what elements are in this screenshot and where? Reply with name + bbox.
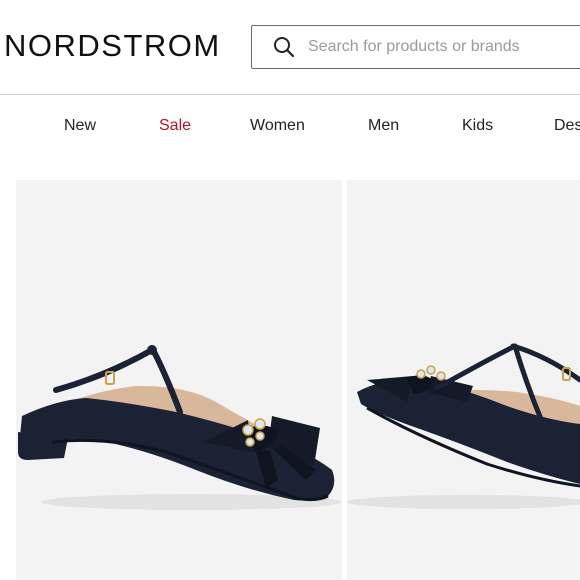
- nordstrom-logo[interactable]: NORDSTROM: [4, 28, 221, 64]
- nav-item-designers[interactable]: Des: [554, 117, 580, 135]
- main-nav: New Sale Women Men Kids Des: [0, 117, 580, 141]
- nav-item-men[interactable]: Men: [368, 117, 399, 135]
- nav-item-women[interactable]: Women: [250, 117, 305, 135]
- shoe-image-angled: [347, 343, 580, 509]
- header-divider: [0, 94, 580, 95]
- search-box[interactable]: [251, 25, 580, 69]
- search-icon[interactable]: [262, 25, 306, 69]
- product-image-1[interactable]: [16, 180, 342, 580]
- shoe-image-side: [18, 345, 341, 510]
- product-image-2[interactable]: [347, 180, 580, 580]
- search-input[interactable]: [306, 37, 570, 57]
- nav-item-kids[interactable]: Kids: [462, 117, 493, 135]
- nav-item-sale[interactable]: Sale: [159, 117, 191, 135]
- nav-item-new[interactable]: New: [64, 117, 96, 135]
